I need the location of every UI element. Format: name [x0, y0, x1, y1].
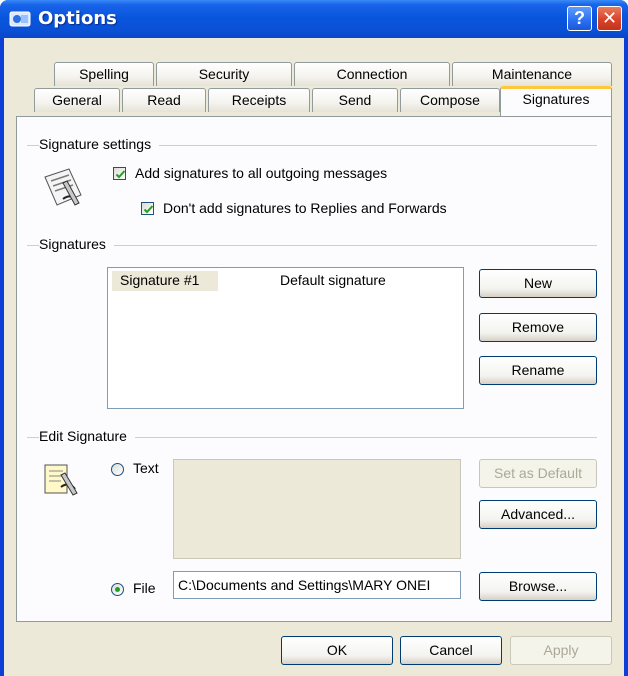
file-path-field[interactable]: C:\Documents and Settings\MARY ONEI	[173, 571, 461, 599]
tab-maintenance[interactable]: Maintenance	[452, 62, 612, 86]
signature-settings-heading: Signature settings	[39, 136, 160, 152]
advanced-button[interactable]: Advanced...	[479, 500, 597, 529]
tab-send[interactable]: Send	[312, 88, 398, 112]
tab-signatures[interactable]: Signatures	[500, 86, 612, 116]
signature-pen-icon	[44, 168, 82, 206]
new-button[interactable]: New	[479, 269, 597, 298]
title-bar[interactable]: Options ? ✕	[0, 0, 628, 38]
tab-connection[interactable]: Connection	[294, 62, 450, 86]
edit-signature-heading: Edit Signature	[39, 428, 135, 444]
signature-name: Signature #1	[120, 272, 200, 288]
app-icon	[9, 11, 31, 27]
tab-read[interactable]: Read	[122, 88, 206, 112]
tab-security[interactable]: Security	[156, 62, 292, 86]
file-radio-label: File	[133, 580, 156, 596]
signature-text-area[interactable]	[173, 459, 461, 559]
text-radio-label: Text	[133, 460, 159, 476]
signatures-panel: Signature settings Add signatures to all…	[16, 116, 612, 622]
ok-button[interactable]: OK	[281, 636, 393, 665]
tab-compose[interactable]: Compose	[400, 88, 500, 112]
text-radio[interactable]	[111, 463, 124, 476]
remove-button[interactable]: Remove	[479, 313, 597, 342]
file-radio[interactable]	[111, 583, 124, 596]
add-all-label: Add signatures to all outgoing messages	[135, 165, 388, 181]
apply-button[interactable]: Apply	[510, 636, 612, 665]
rename-button[interactable]: Rename	[479, 356, 597, 385]
tab-spelling[interactable]: Spelling	[54, 62, 154, 86]
tab-general[interactable]: General	[34, 88, 120, 112]
dont-add-replies-checkbox[interactable]	[141, 202, 154, 215]
signature-note: Default signature	[280, 272, 386, 288]
add-all-checkbox[interactable]	[113, 167, 126, 180]
dialog-client: Spelling Security Connection Maintenance…	[4, 38, 624, 676]
list-item[interactable]: Signature #1 Default signature	[112, 271, 412, 291]
edit-signature-icon	[44, 464, 78, 496]
dont-add-replies-label: Don't add signatures to Replies and Forw…	[163, 200, 447, 216]
signatures-list[interactable]: Signature #1 Default signature	[107, 267, 464, 409]
window-title: Options	[38, 8, 117, 29]
tab-receipts[interactable]: Receipts	[208, 88, 310, 112]
signatures-heading: Signatures	[39, 236, 114, 252]
help-icon[interactable]: ?	[567, 6, 592, 31]
options-window: Options ? ✕ Spelling Security Connection…	[0, 0, 628, 676]
cancel-button[interactable]: Cancel	[400, 636, 502, 665]
browse-button[interactable]: Browse...	[479, 572, 597, 601]
close-icon[interactable]: ✕	[597, 6, 622, 31]
set-as-default-button[interactable]: Set as Default	[479, 459, 597, 488]
